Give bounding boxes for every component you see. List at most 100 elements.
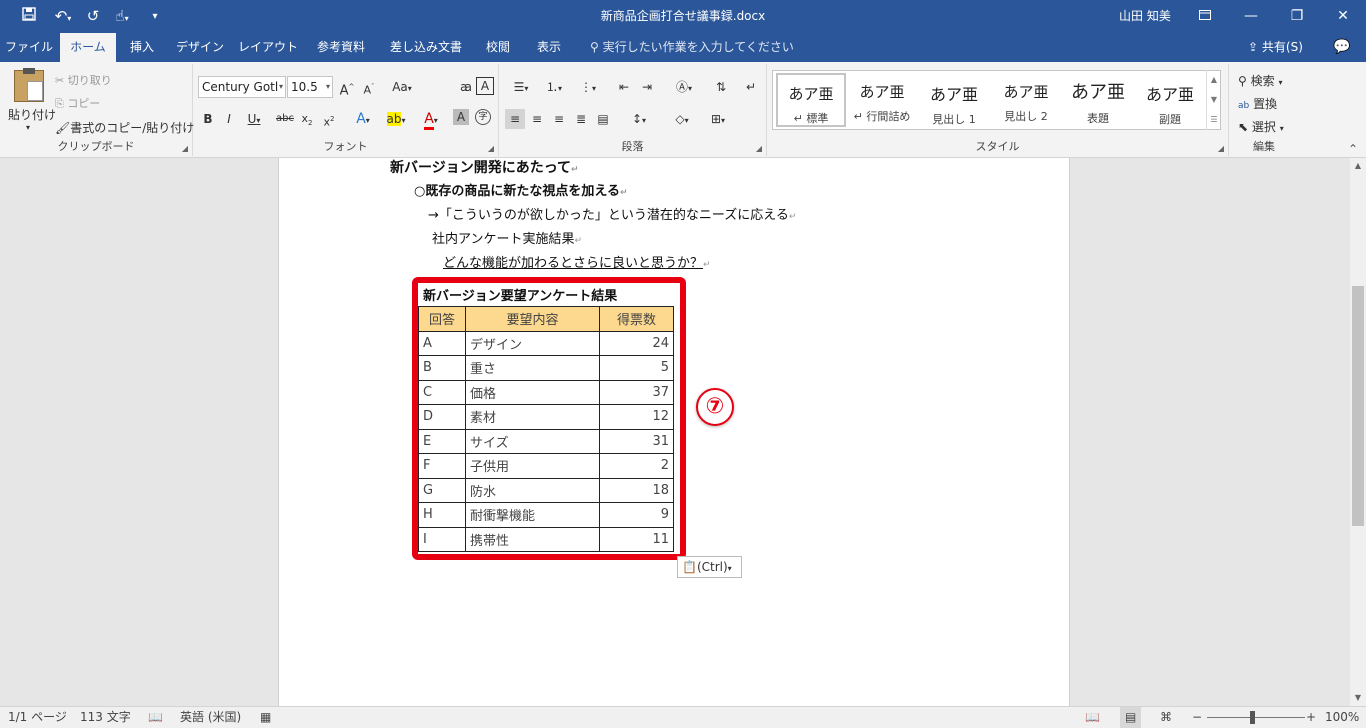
font-size-combo[interactable]: 10.5 ▾ xyxy=(287,76,333,98)
find-button[interactable]: ⚲ 検索 ▾ xyxy=(1238,72,1282,89)
redo-icon[interactable]: ↺ xyxy=(80,0,106,33)
comment-icon[interactable]: 💬 xyxy=(1333,33,1350,62)
decrease-indent-icon[interactable]: ⇤ xyxy=(614,77,634,97)
save-icon[interactable] xyxy=(16,0,42,33)
justify-icon[interactable]: ≣ xyxy=(571,109,591,129)
vertical-scrollbar[interactable]: ▲ ▼ xyxy=(1350,158,1366,706)
zoom-in-icon[interactable]: + xyxy=(1306,707,1316,728)
copy-button[interactable]: ⎘ コピー xyxy=(55,95,100,111)
ribbon-display-icon[interactable] xyxy=(1182,0,1228,33)
replace-button[interactable]: ab 置換 xyxy=(1238,95,1277,112)
more-styles-icon[interactable]: ☰ xyxy=(1207,110,1221,130)
character-border-icon[interactable]: A xyxy=(476,77,494,95)
customize-qat-icon[interactable]: ▾ xyxy=(142,0,168,33)
multilevel-list-icon[interactable]: ⋮▾ xyxy=(573,77,603,97)
zoom-slider-thumb[interactable] xyxy=(1250,711,1255,724)
proofing-icon[interactable]: 📖 xyxy=(148,707,163,728)
zoom-level[interactable]: 100% xyxy=(1325,707,1359,728)
paragraph-launcher-icon[interactable]: ◢ xyxy=(756,144,762,153)
tell-me-search[interactable]: ⚲ 実行したい作業を入力してください xyxy=(590,33,794,62)
print-layout-icon[interactable]: ▤ xyxy=(1120,707,1142,728)
align-center-icon[interactable]: ≡ xyxy=(527,109,547,129)
web-layout-icon[interactable]: ⌘ xyxy=(1160,707,1172,728)
restore-icon[interactable]: ❐ xyxy=(1274,0,1320,33)
scroll-thumb[interactable] xyxy=(1352,286,1364,526)
tab-insert[interactable]: 挿入 xyxy=(120,33,164,62)
select-button[interactable]: ⬉ 選択 ▾ xyxy=(1238,118,1284,135)
clear-format-icon[interactable]: ꜳ xyxy=(456,77,476,97)
read-mode-icon[interactable]: 📖 xyxy=(1085,707,1100,728)
grow-font-icon[interactable]: A^ xyxy=(337,77,357,98)
zoom-out-icon[interactable]: − xyxy=(1192,707,1202,728)
highlight-icon[interactable]: ab▾ xyxy=(381,109,411,129)
chevron-down-icon[interactable]: ▼ xyxy=(1207,90,1221,110)
tab-references[interactable]: 参考資料 xyxy=(306,33,376,62)
style-subtitle[interactable]: あア亜 副題 xyxy=(1135,73,1205,127)
subscript-icon[interactable]: x2 xyxy=(297,109,317,129)
macro-icon[interactable]: ▦ xyxy=(260,707,271,728)
language[interactable]: 英語 (米国) xyxy=(180,707,241,728)
word-count[interactable]: 113 文字 xyxy=(80,707,131,728)
style-gallery-scroll[interactable]: ▲ ▼ ☰ xyxy=(1206,70,1221,130)
touch-mode-icon[interactable]: ☝▾ xyxy=(107,0,137,33)
chevron-down-icon[interactable]: ▼ xyxy=(1350,690,1366,706)
font-name-combo[interactable]: Century Gotl ▾ xyxy=(198,76,286,98)
text-effects-icon[interactable]: A▾ xyxy=(349,109,377,129)
chevron-up-icon[interactable]: ▲ xyxy=(1350,158,1366,174)
collapse-ribbon-icon[interactable]: ⌃ xyxy=(1348,142,1358,156)
chevron-up-icon[interactable]: ▲ xyxy=(1207,70,1221,90)
tab-home[interactable]: ホーム xyxy=(60,33,116,62)
page-count[interactable]: 1/1 ページ xyxy=(8,707,67,728)
cut-button[interactable]: ✂ 切り取り xyxy=(55,72,112,88)
format-painter-button[interactable]: 🖌書式のコピー/貼り付け xyxy=(55,119,194,136)
zoom-slider[interactable] xyxy=(1207,717,1305,718)
enclose-character-icon[interactable]: 字 xyxy=(475,109,491,125)
bold-icon[interactable]: B xyxy=(198,109,218,129)
minimize-icon[interactable]: — xyxy=(1228,0,1274,33)
style-normal[interactable]: あア亜 ↵ 標準 xyxy=(776,73,846,127)
style-title[interactable]: あア亜 表題 xyxy=(1063,73,1133,127)
tab-view[interactable]: 表示 xyxy=(526,33,572,62)
underline-icon[interactable]: U▾ xyxy=(240,109,268,129)
align-left-icon[interactable]: ≡ xyxy=(505,109,525,129)
italic-icon[interactable]: I xyxy=(219,109,239,129)
superscript-icon[interactable]: x2 xyxy=(319,109,339,129)
shrink-font-icon[interactable]: Aˇ xyxy=(359,77,379,97)
paste-button[interactable]: 貼り付け ▾ xyxy=(8,68,56,136)
strikethrough-icon[interactable]: abc xyxy=(275,109,295,129)
character-shading-icon[interactable]: A xyxy=(453,109,469,125)
bullets-icon[interactable]: ☰▾ xyxy=(506,77,536,97)
style-heading-2[interactable]: あア亜 見出し 2 xyxy=(991,73,1061,127)
question-line[interactable]: どんな機能が加わるとさらに良いと思うか？↵ xyxy=(443,252,711,271)
tab-file[interactable]: ファイル xyxy=(0,33,58,62)
show-marks-icon[interactable]: ↵ xyxy=(741,77,761,97)
arrow-line[interactable]: →「こういうのが欲しかった」という潜在的なニーズに応える↵ xyxy=(428,204,796,223)
user-name[interactable]: 山田 知美 xyxy=(1119,0,1171,33)
asian-layout-icon[interactable]: Ⓐ▾ xyxy=(669,77,699,97)
survey-line[interactable]: 社内アンケート実施結果↵ xyxy=(432,228,582,247)
tab-mailings[interactable]: 差し込み文書 xyxy=(382,33,470,62)
font-launcher-icon[interactable]: ◢ xyxy=(488,144,494,153)
style-heading-1[interactable]: あア亜 見出し 1 xyxy=(919,73,989,127)
paste-options-button[interactable]: 📋(Ctrl)▾ xyxy=(677,556,742,578)
font-color-icon[interactable]: A▾ xyxy=(417,109,445,130)
clipboard-launcher-icon[interactable]: ◢ xyxy=(182,144,188,153)
share-button[interactable]: ⇪ 共有(S) xyxy=(1248,33,1303,62)
close-icon[interactable]: ✕ xyxy=(1320,0,1366,33)
sort-icon[interactable]: ⇅ xyxy=(711,77,731,97)
tab-layout[interactable]: レイアウト xyxy=(236,33,300,62)
styles-launcher-icon[interactable]: ◢ xyxy=(1218,144,1224,153)
align-right-icon[interactable]: ≡ xyxy=(549,109,569,129)
numbering-icon[interactable]: ⒈▾ xyxy=(539,77,569,97)
tab-design[interactable]: デザイン xyxy=(170,33,230,62)
line-spacing-icon[interactable]: ↕▾ xyxy=(624,109,654,129)
change-case-button[interactable]: Aa▾ xyxy=(387,77,417,97)
tab-review[interactable]: 校閲 xyxy=(476,33,520,62)
bullet-line[interactable]: ○既存の商品に新たな視点を加える↵ xyxy=(414,180,628,199)
undo-icon[interactable]: ↶▾ xyxy=(48,0,78,33)
shading-icon[interactable]: ◇▾ xyxy=(667,109,697,129)
section-heading[interactable]: 新バージョン開発にあたって↵ xyxy=(390,158,579,177)
distributed-icon[interactable]: ▤ xyxy=(593,109,613,129)
style-no-spacing[interactable]: あア亜 ↵ 行間詰め xyxy=(849,73,915,127)
borders-icon[interactable]: ⊞▾ xyxy=(703,109,733,129)
